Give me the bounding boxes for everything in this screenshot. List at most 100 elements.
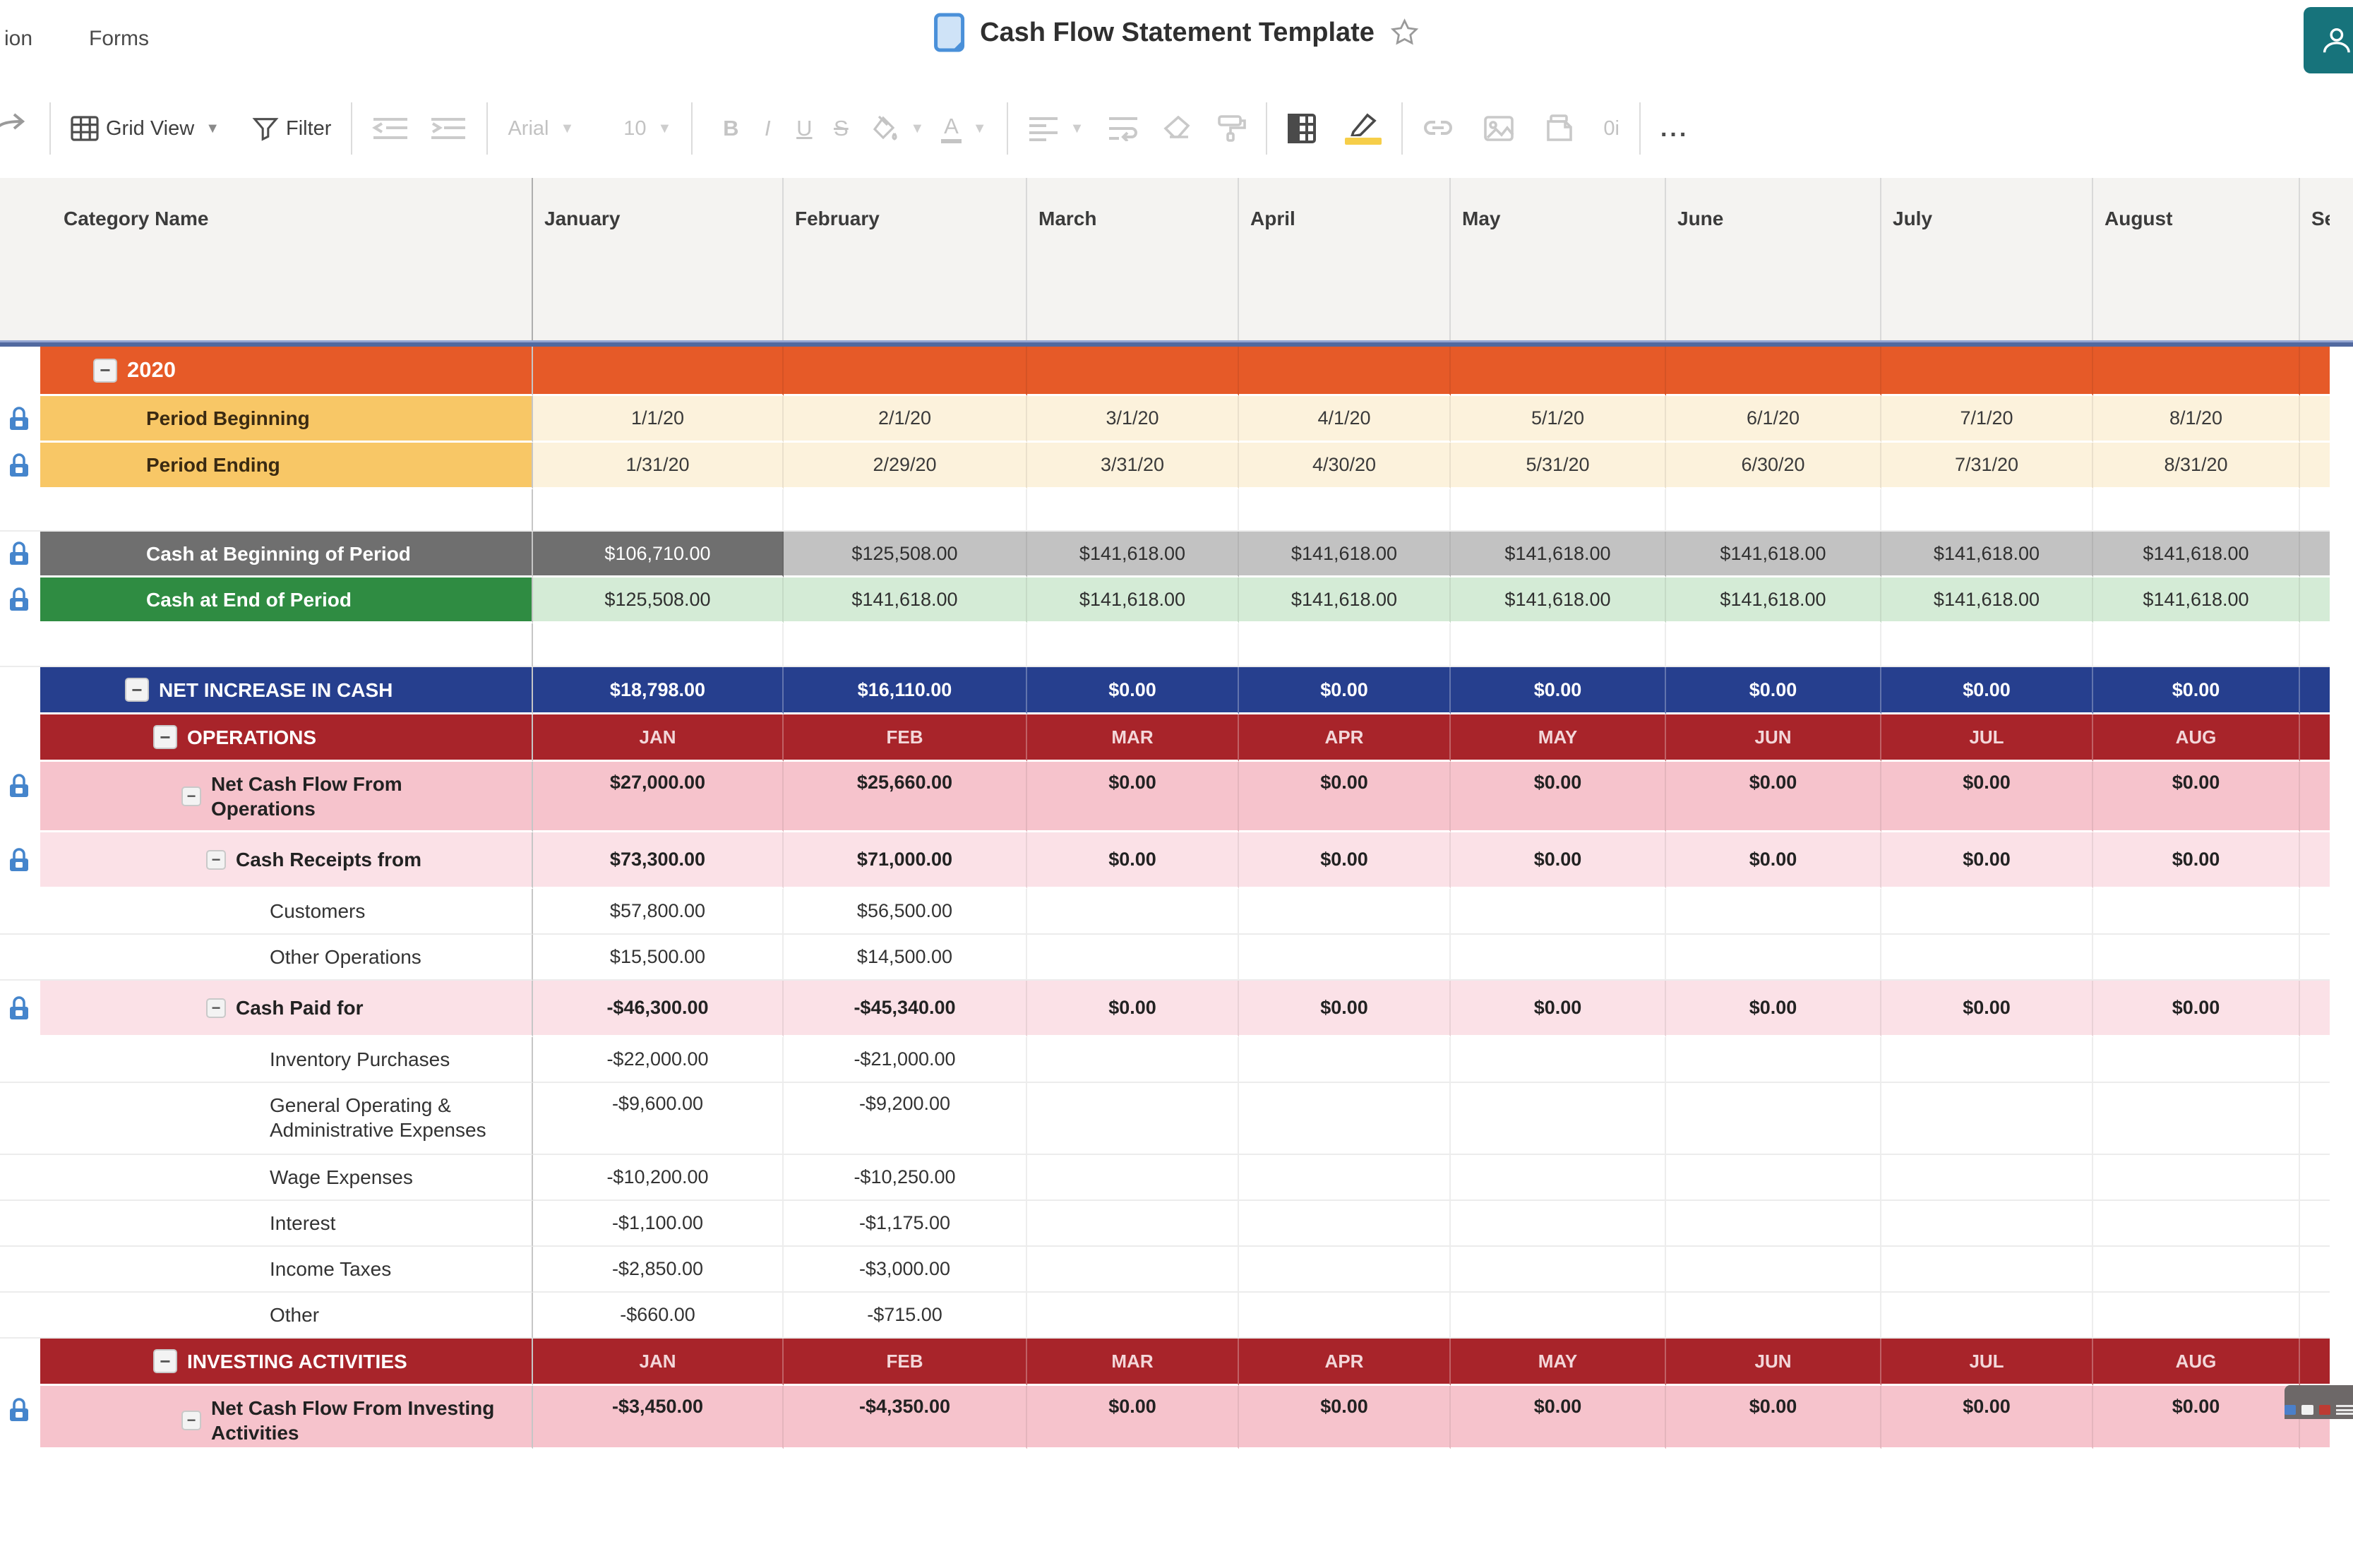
row-gutter[interactable] [0,1293,40,1339]
category-cell[interactable]: −Cash Receipts from [40,832,533,889]
row-gutter[interactable] [0,981,40,1037]
value-cell[interactable] [1451,1201,1666,1247]
column-header-july[interactable]: July [1881,178,2093,340]
row-gutter[interactable] [0,1155,40,1201]
clipped-sep-cell[interactable] [2300,1037,2330,1083]
value-cell[interactable] [1239,623,1451,667]
clipped-sep-cell[interactable] [2300,714,2330,762]
value-cell[interactable]: $0.00 [1027,1386,1239,1449]
row-gutter[interactable] [0,396,40,443]
category-cell[interactable]: −NET INCREASE IN CASH [40,667,533,714]
value-cell[interactable]: 4/30/20 [1239,443,1451,489]
clipped-sep-cell[interactable] [2300,1155,2330,1201]
value-cell[interactable]: 6/1/20 [1666,396,1881,443]
value-cell[interactable]: -$10,200.00 [533,1155,784,1201]
value-cell[interactable] [1239,489,1451,532]
value-cell[interactable]: $0.00 [1451,981,1666,1037]
borders-button[interactable] [1287,113,1317,144]
align-button[interactable]: ▼ [1028,116,1084,141]
row-gutter[interactable] [0,762,40,832]
category-cell[interactable]: −2020 [40,347,533,396]
value-cell[interactable]: $0.00 [2093,667,2300,714]
value-cell[interactable]: $141,618.00 [1666,577,1881,623]
value-cell[interactable]: 7/31/20 [1881,443,2093,489]
clipped-sep-cell[interactable] [2300,1247,2330,1293]
value-cell[interactable]: $141,618.00 [1451,532,1666,577]
value-cell[interactable] [1451,623,1666,667]
row-gutter[interactable] [0,443,40,489]
value-cell[interactable]: 2/29/20 [784,443,1027,489]
value-cell[interactable]: -$3,000.00 [784,1247,1027,1293]
value-cell[interactable]: $0.00 [1239,1386,1451,1449]
value-cell[interactable]: $0.00 [1881,667,2093,714]
value-cell[interactable]: $0.00 [1027,762,1239,832]
value-cell[interactable]: $141,618.00 [2093,577,2300,623]
category-cell[interactable]: Customers [40,889,533,935]
category-cell[interactable] [40,623,533,667]
value-cell[interactable] [1239,889,1451,935]
clipped-sep-cell[interactable] [2300,1201,2330,1247]
value-cell[interactable]: AUG [2093,714,2300,762]
value-cell[interactable]: -$9,600.00 [533,1083,784,1155]
category-cell[interactable]: Interest [40,1201,533,1247]
value-cell[interactable] [1666,889,1881,935]
value-cell[interactable] [1239,1293,1451,1339]
value-cell[interactable]: $125,508.00 [533,577,784,623]
value-cell[interactable] [1027,1037,1239,1083]
value-cell[interactable]: 3/1/20 [1027,396,1239,443]
clipped-sep-cell[interactable] [2300,1083,2330,1155]
value-cell[interactable]: $25,660.00 [784,762,1027,832]
category-cell[interactable]: Other Operations [40,935,533,981]
category-cell[interactable]: Period Beginning [40,396,533,443]
value-cell[interactable]: -$22,000.00 [533,1037,784,1083]
redo-arrow-icon[interactable] [0,113,30,144]
row-gutter[interactable] [0,577,40,623]
tab-cut-left[interactable]: ion [4,27,32,51]
format-painter-icon[interactable] [1216,115,1246,142]
value-cell[interactable]: $56,500.00 [784,889,1027,935]
row-gutter[interactable] [0,623,40,667]
category-cell[interactable]: Period Ending [40,443,533,489]
collapse-toggle-icon[interactable]: − [125,678,149,702]
value-cell[interactable]: $141,618.00 [1666,532,1881,577]
value-cell[interactable] [1027,489,1239,532]
value-cell[interactable]: -$4,350.00 [784,1386,1027,1449]
value-cell[interactable]: $0.00 [1666,667,1881,714]
category-cell[interactable]: Wage Expenses [40,1155,533,1201]
value-cell[interactable] [2093,489,2300,532]
clipped-sep-cell[interactable] [2300,489,2330,532]
value-cell[interactable]: $0.00 [1881,981,2093,1037]
tab-forms[interactable]: Forms [89,27,149,51]
category-cell[interactable]: Inventory Purchases [40,1037,533,1083]
indent-button[interactable] [430,116,467,140]
value-cell[interactable] [1027,1247,1239,1293]
value-cell[interactable]: $125,508.00 [784,532,1027,577]
value-cell[interactable]: -$46,300.00 [533,981,784,1037]
value-cell[interactable]: APR [1239,714,1451,762]
value-cell[interactable] [1881,889,2093,935]
category-cell[interactable]: −Net Cash Flow From Operations [40,762,533,832]
column-header-february[interactable]: February [784,178,1027,340]
row-gutter-header[interactable] [0,178,40,340]
value-cell[interactable] [1451,1293,1666,1339]
column-header-june[interactable]: June [1666,178,1881,340]
clipped-sep-cell[interactable] [2300,623,2330,667]
value-cell[interactable] [1239,1247,1451,1293]
value-cell[interactable]: $0.00 [1239,762,1451,832]
value-cell[interactable]: -$2,850.00 [533,1247,784,1293]
category-cell[interactable] [40,489,533,532]
value-cell[interactable]: 1/1/20 [533,396,784,443]
value-cell[interactable]: $0.00 [2093,981,2300,1037]
collapse-toggle-icon[interactable]: − [153,1349,177,1373]
collapse-toggle-icon[interactable]: − [181,786,201,806]
value-cell[interactable] [1881,1155,2093,1201]
value-cell[interactable]: $141,618.00 [1239,577,1451,623]
category-cell[interactable]: General Operating & Administrative Expen… [40,1083,533,1155]
value-cell[interactable] [1027,1155,1239,1201]
value-cell[interactable]: $0.00 [2093,762,2300,832]
value-cell[interactable]: $0.00 [1027,667,1239,714]
value-cell[interactable]: $0.00 [1027,832,1239,889]
value-cell[interactable]: 7/1/20 [1881,396,2093,443]
value-cell[interactable] [784,489,1027,532]
value-cell[interactable] [2093,1037,2300,1083]
